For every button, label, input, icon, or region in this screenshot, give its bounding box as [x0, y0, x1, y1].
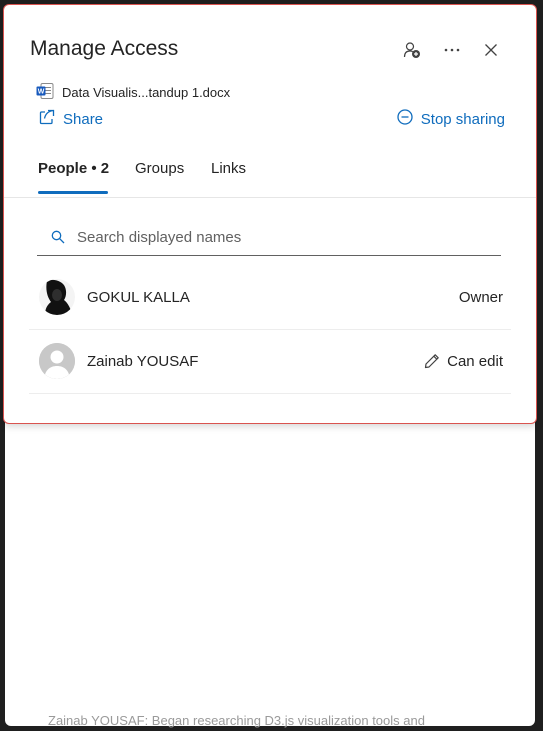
active-tab-indicator [38, 191, 108, 194]
tab-people[interactable]: People • 2 [38, 160, 109, 177]
panel-title: Manage Access [30, 37, 179, 60]
file-name: Data Visualis...tandup 1.docx [62, 85, 231, 100]
search-icon [51, 230, 65, 244]
stop-sharing-label: Stop sharing [420, 110, 505, 128]
person-name: Zainab YOUSAF [87, 352, 199, 370]
manage-access-panel: Manage Access W Data Visualis...tandup 1… [3, 4, 537, 424]
more-options-icon[interactable] [441, 39, 463, 61]
share-icon [39, 109, 55, 129]
person-name: GOKUL KALLA [87, 288, 190, 306]
share-button[interactable]: Share [39, 109, 103, 129]
word-document-icon: W [36, 82, 54, 103]
permission-dropdown[interactable]: Can edit [424, 353, 503, 370]
search-box [37, 219, 501, 256]
tab-divider [4, 197, 536, 198]
stop-sharing-button[interactable]: Stop sharing [397, 109, 505, 129]
file-info: W Data Visualis...tandup 1.docx [36, 82, 230, 103]
background-document-text: Zainab YOUSAF: Began researching D3.js v… [48, 713, 425, 728]
add-person-icon[interactable] [401, 39, 423, 61]
role-label: Can edit [447, 352, 503, 370]
avatar [39, 343, 75, 379]
avatar [39, 279, 75, 315]
share-label: Share [63, 110, 104, 128]
svg-text:W: W [38, 89, 45, 96]
person-role: Owner [459, 289, 503, 306]
pencil-icon [424, 353, 440, 369]
close-icon[interactable] [480, 39, 502, 61]
person-row[interactable]: GOKUL KALLA Owner [29, 265, 511, 330]
person-row[interactable]: Zainab YOUSAF Can edit [29, 329, 511, 394]
role-label: Owner [458, 288, 503, 306]
tab-groups[interactable]: Groups [135, 160, 184, 177]
stop-sharing-icon [397, 109, 413, 129]
tab-links[interactable]: Links [211, 160, 246, 177]
search-input[interactable] [75, 227, 499, 247]
